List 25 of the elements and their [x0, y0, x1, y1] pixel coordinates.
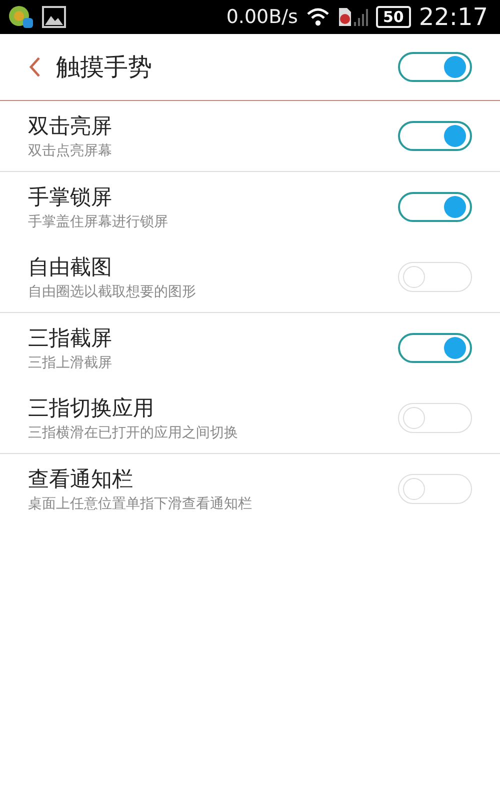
- app-icon: [8, 5, 34, 29]
- setting-description: 三指上滑截屏: [28, 354, 112, 372]
- setting-title: 双击亮屏: [28, 113, 112, 140]
- setting-title: 三指切换应用: [28, 395, 154, 422]
- page-title: 触摸手势: [56, 52, 152, 83]
- wifi-icon: [306, 7, 330, 27]
- setting-description: 三指横滑在已打开的应用之间切换: [28, 424, 238, 442]
- setting-title: 手掌锁屏: [28, 184, 112, 211]
- back-icon[interactable]: [28, 56, 42, 78]
- battery-level: 50: [376, 6, 411, 28]
- setting-title: 三指截屏: [28, 325, 112, 352]
- setting-title: 自由截图: [28, 254, 112, 281]
- image-icon: [42, 6, 66, 28]
- toggle-switch[interactable]: [398, 121, 472, 151]
- toggle-switch[interactable]: [398, 192, 472, 222]
- toggle-switch[interactable]: [398, 52, 472, 82]
- sim-alert-icon: [338, 7, 368, 27]
- setting-description: 自由圈选以截取想要的图形: [28, 283, 196, 301]
- toggle-switch[interactable]: [398, 333, 472, 363]
- setting-description: 桌面上任意位置单指下滑查看通知栏: [28, 495, 252, 513]
- setting-description: 双击点亮屏幕: [28, 142, 112, 160]
- setting-title: 查看通知栏: [28, 466, 133, 493]
- network-speed: 0.00B/s: [226, 6, 298, 28]
- clock: 22:17: [418, 3, 488, 31]
- setting-description: 手掌盖住屏幕进行锁屏: [28, 213, 168, 231]
